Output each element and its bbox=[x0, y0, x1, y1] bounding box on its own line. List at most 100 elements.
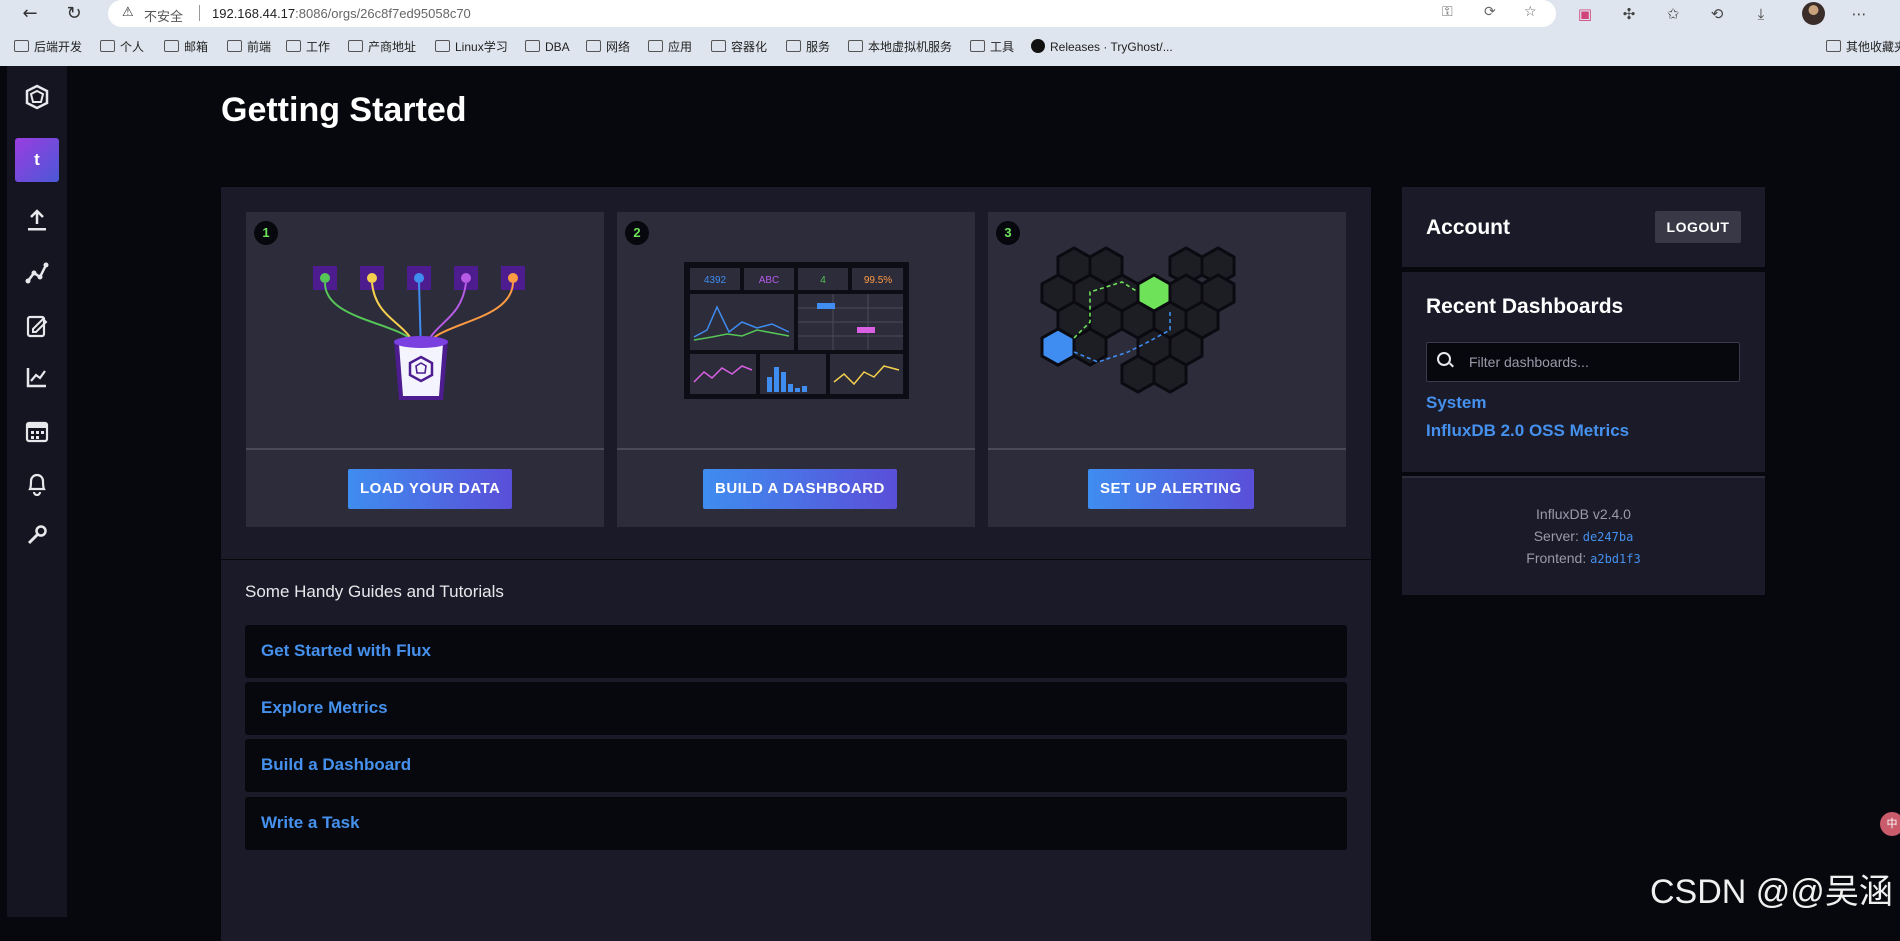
version-panel: InfluxDB v2.4.0 Server: de247ba Frontend… bbox=[1402, 476, 1765, 595]
reload-icon[interactable]: ↻ bbox=[62, 2, 86, 26]
bookmark-folder[interactable]: 产商地址 bbox=[348, 38, 416, 56]
search-icon bbox=[1437, 352, 1451, 366]
guides-panel: Some Handy Guides and Tutorials Get Star… bbox=[221, 560, 1371, 941]
bookmark-folder[interactable]: 工作 bbox=[286, 38, 330, 56]
step-number: 3 bbox=[996, 221, 1020, 245]
guide-item[interactable]: Get Started with Flux bbox=[245, 625, 1347, 678]
bookmark-folder[interactable]: 容器化 bbox=[711, 38, 767, 56]
bookmark-link[interactable]: Releases · TryGhost/... bbox=[1031, 38, 1173, 56]
folder-icon bbox=[848, 40, 863, 52]
tasks-calendar-icon[interactable] bbox=[7, 419, 67, 449]
step-number: 1 bbox=[254, 221, 278, 245]
translate-icon[interactable]: ⟳ bbox=[1484, 4, 1496, 20]
dashboard-illustration: 4392 ABC 4 99.5% bbox=[684, 262, 909, 399]
browser-toolbar: ← ↻ ⚠ 不安全 192.168.44.17:8086/orgs/26c8f7… bbox=[0, 0, 1900, 28]
bookmark-folder[interactable]: 服务 bbox=[786, 38, 830, 56]
folder-icon bbox=[348, 40, 363, 52]
folder-icon bbox=[1826, 40, 1841, 52]
recent-dashboards-panel: Recent Dashboards System InfluxDB 2.0 OS… bbox=[1402, 272, 1765, 472]
frontend-version: Frontend: a2bd1f3 bbox=[1526, 550, 1641, 566]
server-version: Server: de247ba bbox=[1533, 528, 1634, 544]
set-up-alerting-button[interactable]: SET UP ALERTING bbox=[1088, 469, 1254, 509]
folder-icon bbox=[586, 40, 601, 52]
dashboard-link-system[interactable]: System bbox=[1426, 393, 1486, 413]
bookmark-folder[interactable]: 工具 bbox=[970, 38, 1014, 56]
star-icon[interactable]: ☆ bbox=[1524, 4, 1537, 20]
favorites-icon[interactable]: ✩ bbox=[1662, 3, 1684, 25]
recent-dashboards-heading: Recent Dashboards bbox=[1426, 295, 1624, 318]
stat-value: ABC bbox=[759, 275, 780, 286]
stat-value: 4 bbox=[820, 275, 826, 286]
load-your-data-button[interactable]: LOAD YOUR DATA bbox=[348, 469, 513, 509]
bookmark-folder[interactable]: 邮箱 bbox=[164, 38, 208, 56]
bookmarks-bar: 后端开发 个人 邮箱 前端 工作 产商地址 Linux学习 DBA 网络 应用 … bbox=[0, 28, 1900, 67]
bookmark-folder[interactable]: 后端开发 bbox=[14, 38, 82, 56]
guides-heading: Some Handy Guides and Tutorials bbox=[245, 582, 504, 601]
back-icon[interactable]: ← bbox=[18, 2, 42, 26]
alerts-bell-icon[interactable] bbox=[7, 472, 67, 502]
history-icon[interactable]: ⟲ bbox=[1706, 3, 1728, 25]
guide-item[interactable]: Write a Task bbox=[245, 797, 1347, 850]
step-number: 2 bbox=[625, 221, 649, 245]
guide-link[interactable]: Build a Dashboard bbox=[261, 755, 411, 775]
folder-icon bbox=[786, 40, 801, 52]
warning-icon: ⚠ bbox=[122, 5, 134, 20]
watermark: CSDN @@吴涵 bbox=[1650, 873, 1893, 911]
floating-widget-icon[interactable]: 中 bbox=[1880, 812, 1900, 836]
filter-dashboards-input[interactable] bbox=[1467, 351, 1731, 373]
folder-icon bbox=[525, 40, 540, 52]
bookmark-folder[interactable]: 个人 bbox=[100, 38, 144, 56]
address-bar[interactable]: ⚠ 不安全 192.168.44.17:8086/orgs/26c8f7ed95… bbox=[108, 0, 1556, 27]
folder-icon bbox=[435, 40, 450, 52]
influx-logo-icon[interactable] bbox=[7, 82, 67, 112]
stat-value: 4392 bbox=[704, 275, 727, 286]
notebook-icon[interactable] bbox=[7, 314, 67, 344]
filter-dashboards-field[interactable] bbox=[1426, 342, 1740, 382]
folder-icon bbox=[970, 40, 985, 52]
bookmark-folder[interactable]: DBA bbox=[525, 38, 570, 56]
data-explorer-icon[interactable] bbox=[7, 261, 67, 291]
bookmark-folder[interactable]: Linux学习 bbox=[435, 38, 508, 56]
guide-link[interactable]: Write a Task bbox=[261, 813, 360, 833]
bookmark-folder[interactable]: 网络 bbox=[586, 38, 630, 56]
bookmark-folder[interactable]: 应用 bbox=[648, 38, 692, 56]
dashboards-icon[interactable] bbox=[7, 366, 67, 396]
key-icon[interactable]: ⚿ bbox=[1442, 4, 1453, 20]
page-title: Getting Started bbox=[221, 91, 467, 129]
bookmark-folder[interactable]: 本地虚拟机服务 bbox=[848, 38, 952, 56]
download-icon[interactable]: ⤓ bbox=[1750, 3, 1772, 25]
folder-icon bbox=[711, 40, 726, 52]
folder-icon bbox=[227, 40, 242, 52]
settings-wrench-icon[interactable] bbox=[7, 524, 67, 554]
folder-icon bbox=[648, 40, 663, 52]
guide-link[interactable]: Get Started with Flux bbox=[261, 641, 431, 661]
org-avatar[interactable]: t bbox=[15, 138, 59, 182]
insecure-label: 不安全 bbox=[144, 9, 184, 24]
github-icon bbox=[1031, 39, 1045, 53]
product-version: InfluxDB v2.4.0 bbox=[1536, 506, 1631, 522]
load-data-illustration bbox=[313, 266, 525, 400]
bookmark-folder[interactable]: 其他收藏夹 bbox=[1826, 38, 1900, 56]
puzzle-icon[interactable]: ✣ bbox=[1618, 3, 1640, 25]
extension-icon[interactable]: ▣ bbox=[1574, 3, 1596, 25]
url-text[interactable]: 192.168.44.17:8086/orgs/26c8f7ed95058c70 bbox=[212, 6, 471, 21]
step-card-set-up-alerting: 3 SET UP ALERTING bbox=[988, 212, 1346, 527]
guide-link[interactable]: Explore Metrics bbox=[261, 698, 388, 718]
sidebar: t bbox=[7, 66, 67, 917]
guide-item[interactable]: Build a Dashboard bbox=[245, 739, 1347, 792]
step-card-build-dashboard: 4392 ABC 4 99.5% 2 BUILD A DASHBOARD bbox=[617, 212, 975, 527]
folder-icon bbox=[164, 40, 179, 52]
logout-button[interactable]: LOGOUT bbox=[1655, 211, 1741, 243]
bookmark-folder[interactable]: 前端 bbox=[227, 38, 271, 56]
profile-avatar[interactable] bbox=[1802, 2, 1825, 25]
folder-icon bbox=[14, 40, 29, 52]
more-icon[interactable]: ⋯ bbox=[1848, 3, 1870, 25]
upload-icon[interactable] bbox=[7, 208, 67, 238]
guide-item[interactable]: Explore Metrics bbox=[245, 682, 1347, 735]
folder-icon bbox=[286, 40, 301, 52]
stat-value: 99.5% bbox=[864, 275, 892, 286]
influxdb-app: t Getting Started 1 LOAD YOUR DATA 4392 … bbox=[0, 66, 1900, 941]
dashboard-link-oss-metrics[interactable]: InfluxDB 2.0 OSS Metrics bbox=[1426, 421, 1629, 441]
folder-icon bbox=[100, 40, 115, 52]
build-a-dashboard-button[interactable]: BUILD A DASHBOARD bbox=[703, 469, 897, 509]
